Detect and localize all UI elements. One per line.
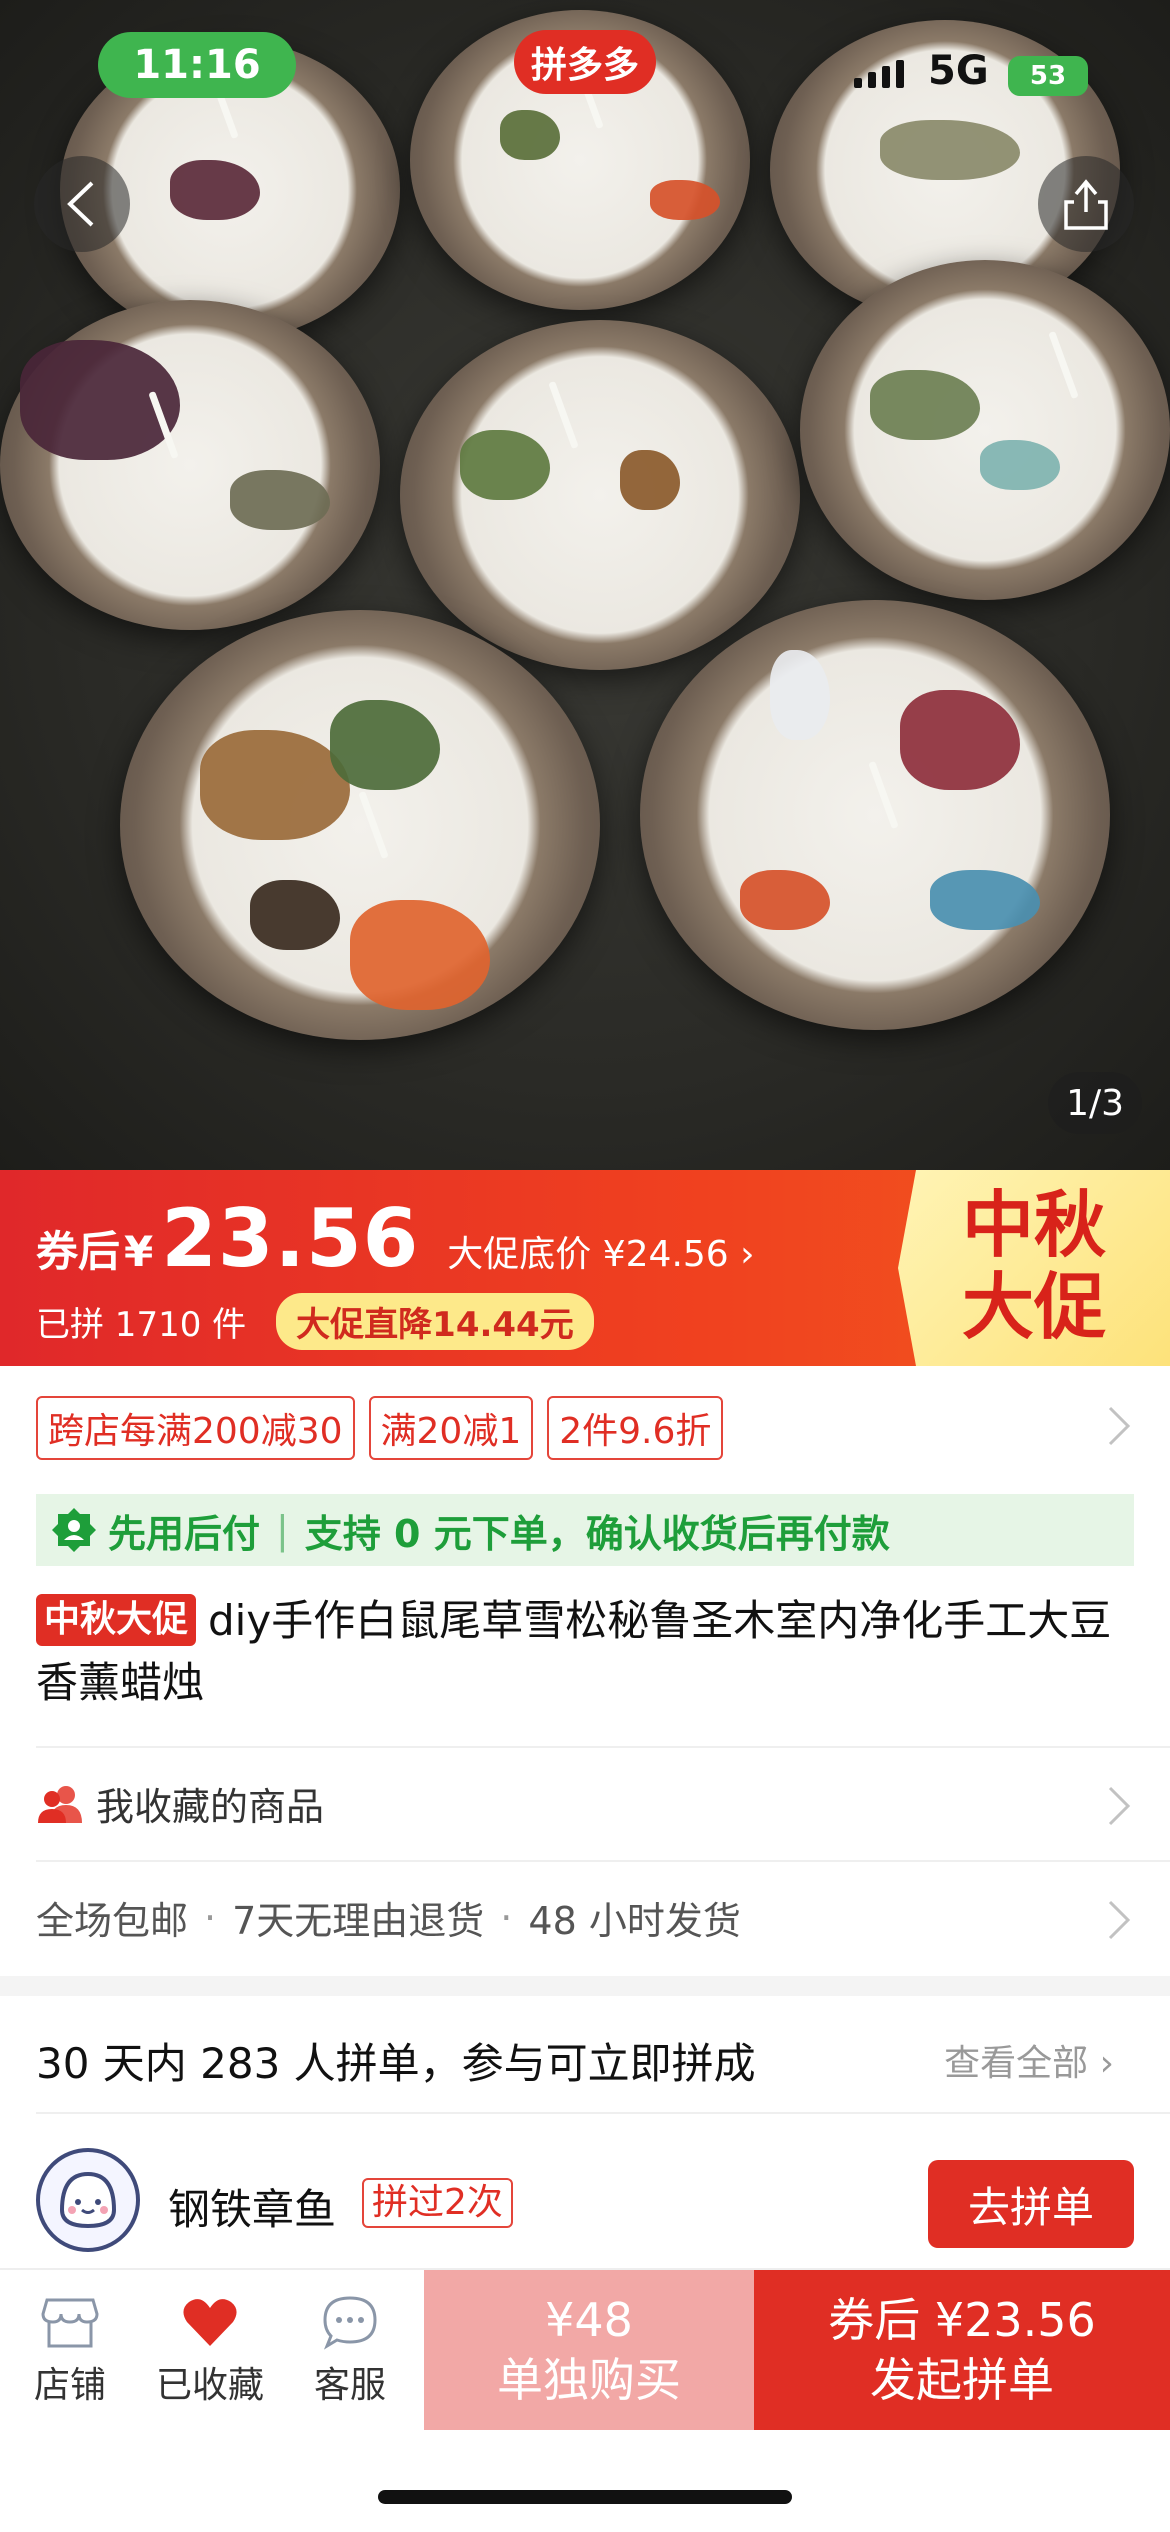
- product-image-carousel[interactable]: [0, 0, 1170, 1170]
- pay-later-desc: 支持 0 元下单，确认收货后再付款: [304, 1511, 890, 1556]
- solo-label: 单独购买: [497, 2353, 681, 2407]
- status-time: 11:16: [98, 32, 296, 98]
- coupon-tag[interactable]: 跨店每满200减30: [36, 1396, 355, 1460]
- app-badge: 拼多多: [514, 30, 656, 94]
- price-amount: 23.56: [161, 1192, 420, 1285]
- service-row[interactable]: 全场包邮 · 7天无理由退货 · 48 小时发货: [36, 1890, 741, 1945]
- back-button[interactable]: [34, 156, 130, 252]
- divider: [36, 1746, 1170, 1748]
- group-buy-title: 30 天内 283 人拼单，参与可立即拼成: [36, 2039, 756, 2088]
- divider-bar: |: [276, 1508, 289, 1552]
- smiley-avatar-icon: [59, 2171, 117, 2229]
- pay-later-banner[interactable]: 先用后付 | 支持 0 元下单，确认收货后再付款: [36, 1494, 1134, 1566]
- candle-bowl: [400, 320, 800, 670]
- crystal: [980, 440, 1060, 490]
- section-gap: [0, 1976, 1170, 1996]
- favorites-row[interactable]: 我收藏的商品: [36, 1776, 324, 1831]
- favorite-tab-label: 已收藏: [155, 2365, 264, 2406]
- price-drop-badge: 大促直降14.44元: [276, 1293, 594, 1350]
- customer-service-tab[interactable]: 客服: [290, 2294, 410, 2408]
- favorites-label: 我收藏的商品: [96, 1785, 325, 1829]
- buy-alone-button[interactable]: ¥48 单独购买: [424, 2270, 754, 2430]
- candle-bowl: [800, 260, 1170, 600]
- sold-count: 已拼 1710 件: [36, 1305, 247, 1345]
- bottom-action-bar: 店铺 已收藏 客服 ¥48 单独购买 券后 ¥23.56 发起拼单: [0, 2268, 1170, 2430]
- coupon-tag[interactable]: 2件9.6折: [547, 1396, 724, 1460]
- group-label: 发起拼单: [870, 2353, 1054, 2407]
- service-item: 48 小时发货: [528, 1899, 741, 1943]
- chevron-right-icon[interactable]: [1106, 1898, 1132, 1942]
- coupon-list[interactable]: 跨店每满200减30 满20减1 2件9.6折: [36, 1396, 724, 1460]
- service-item: 全场包邮: [36, 1899, 189, 1943]
- user-name: 钢铁章鱼: [168, 2185, 337, 2234]
- chevron-right-icon[interactable]: [1106, 1784, 1132, 1828]
- pay-later-title: 先用后付: [108, 1511, 261, 1556]
- network-type: 5G: [928, 48, 989, 94]
- coupon-tag[interactable]: 满20减1: [368, 1396, 534, 1460]
- store-icon: [41, 2298, 99, 2348]
- heart-icon: [183, 2299, 237, 2346]
- home-indicator[interactable]: [378, 2490, 792, 2504]
- separator-dot: ·: [500, 1895, 513, 1940]
- joined-count-badge: 拼过2次: [362, 2178, 513, 2228]
- favorite-tab[interactable]: 已收藏: [150, 2294, 270, 2408]
- store-tab[interactable]: 店铺: [10, 2294, 130, 2408]
- promo-tag: 中秋大促: [36, 1594, 197, 1646]
- promo-floor-price[interactable]: 大促底价 ¥24.56 ›: [447, 1225, 754, 1277]
- users-icon: [38, 1785, 82, 1823]
- currency-symbol: ¥: [124, 1227, 154, 1276]
- customer-service-tab-label: 客服: [313, 2365, 386, 2406]
- chevron-right-icon[interactable]: [1106, 1404, 1132, 1448]
- store-tab-label: 店铺: [33, 2365, 106, 2406]
- avatar: [36, 2148, 140, 2252]
- view-all-link[interactable]: 查看全部 ›: [944, 2034, 1114, 2086]
- coupon-label: 券后: [36, 1227, 121, 1276]
- divider: [36, 2112, 1170, 2114]
- start-group-buy-button[interactable]: 券后 ¥23.56 发起拼单: [754, 2270, 1170, 2430]
- festival-line-2: 大促: [961, 1265, 1106, 1349]
- image-page-indicator: 1/3: [1048, 1072, 1142, 1134]
- solo-price: ¥48: [545, 2293, 633, 2347]
- status-bar: 11:16 拼多多 5G 53: [0, 0, 1170, 140]
- product-title: diy手作白鼠尾草雪松秘鲁圣木室内净化手工大豆香薰蜡烛: [36, 1596, 1112, 1707]
- signal-icon: [854, 60, 904, 88]
- service-item: 7天无理由退货: [232, 1899, 485, 1943]
- join-group-button[interactable]: 去拼单: [928, 2160, 1134, 2248]
- dried-calendula: [650, 180, 720, 220]
- share-button[interactable]: [1038, 156, 1134, 252]
- candle-bowl: [640, 600, 1110, 1030]
- separator-dot: ·: [204, 1895, 217, 1940]
- product-title-block: 中秋大促 diy手作白鼠尾草雪松秘鲁圣木室内净化手工大豆香薰蜡烛: [36, 1590, 1136, 1714]
- group-price: 券后 ¥23.56: [828, 2293, 1096, 2347]
- chevron-left-icon: [67, 181, 94, 227]
- pay-later-icon: [52, 1508, 96, 1552]
- festival-line-1: 中秋: [961, 1183, 1106, 1267]
- share-icon: [1064, 179, 1108, 230]
- chat-icon: [323, 2296, 377, 2350]
- mid-autumn-promo-badge: 中秋 大促: [898, 1170, 1170, 1366]
- divider: [36, 1860, 1170, 1862]
- battery-icon: 53: [1008, 56, 1088, 96]
- battery-level: 53: [1029, 61, 1067, 91]
